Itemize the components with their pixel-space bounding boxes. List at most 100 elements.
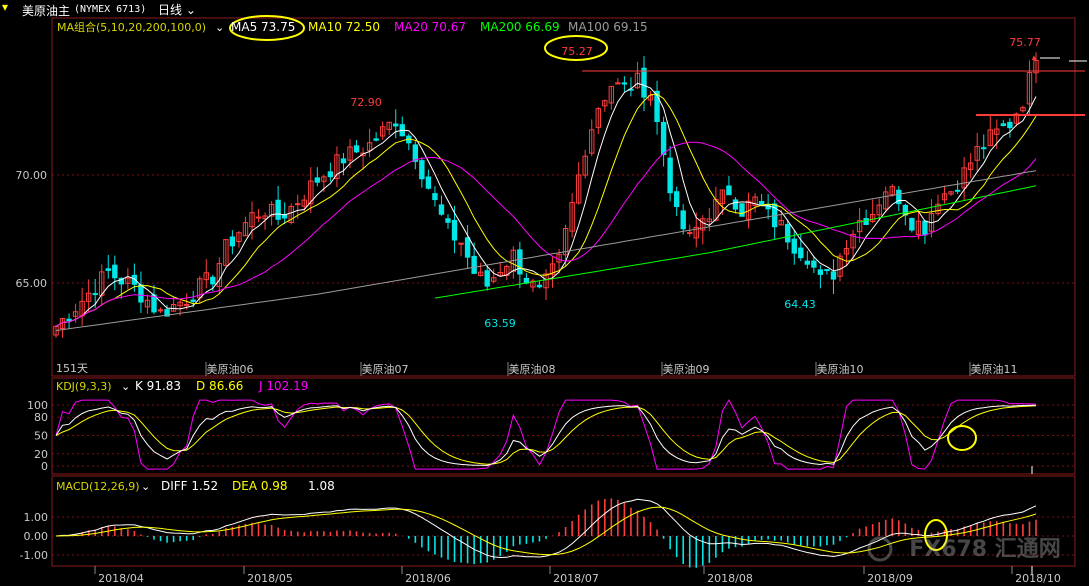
candle bbox=[438, 195, 445, 216]
candle-body bbox=[785, 223, 791, 243]
ma-legend-item: MA200 66.69 bbox=[480, 20, 560, 34]
macd-diff-line bbox=[55, 498, 1037, 559]
candle-body bbox=[791, 238, 797, 254]
candle bbox=[373, 132, 379, 142]
candle bbox=[948, 190, 954, 196]
candle bbox=[758, 193, 765, 206]
ma-legend-value: 72.50 bbox=[346, 20, 380, 34]
candle-body bbox=[105, 268, 111, 271]
candle bbox=[281, 202, 288, 225]
ma100-line bbox=[55, 170, 1037, 331]
candle-body bbox=[687, 232, 693, 235]
candle bbox=[602, 99, 608, 112]
candle-body bbox=[445, 218, 451, 223]
candle bbox=[458, 242, 464, 257]
candle bbox=[366, 128, 373, 158]
candle-body bbox=[922, 220, 928, 236]
ma-indicator-name: MA组合(5,10,20,200,100,0) bbox=[57, 20, 206, 34]
candle bbox=[530, 278, 536, 292]
contract-label: 美原油11 bbox=[971, 362, 1018, 376]
candle bbox=[543, 269, 549, 301]
x-axis-label: 2018/10 bbox=[1015, 572, 1061, 585]
candle bbox=[314, 167, 321, 187]
candle bbox=[327, 162, 334, 182]
candle bbox=[334, 146, 340, 188]
candle bbox=[830, 259, 837, 294]
candle-body bbox=[353, 145, 360, 153]
dropdown-arrow-icon[interactable]: ▾ bbox=[2, 0, 8, 14]
candle bbox=[203, 259, 209, 289]
candle-body bbox=[393, 123, 399, 127]
candle-body bbox=[92, 293, 98, 296]
candle-body bbox=[817, 269, 824, 275]
ma-legend-item: MA10 72.50 bbox=[308, 20, 380, 34]
candle bbox=[288, 203, 294, 225]
candle bbox=[393, 109, 399, 139]
period-selector[interactable]: 日线 ⌄ bbox=[158, 1, 196, 18]
candle-body bbox=[451, 219, 458, 241]
candle bbox=[105, 254, 111, 279]
candle-body bbox=[151, 294, 157, 313]
candle bbox=[941, 185, 948, 204]
candle bbox=[445, 214, 451, 229]
annotation-low: 64.43 bbox=[784, 298, 816, 311]
candle-body bbox=[255, 216, 262, 219]
candle bbox=[484, 265, 490, 291]
macd-indicator-name: MACD(12,26,9) bbox=[56, 480, 140, 493]
symbol-code: (NYMEX 6713) bbox=[74, 4, 147, 15]
candle bbox=[660, 116, 667, 167]
candle bbox=[360, 147, 366, 170]
candle-body bbox=[471, 255, 477, 274]
candle bbox=[157, 307, 164, 314]
macd-y-tick: 1.00 bbox=[24, 511, 49, 524]
candle bbox=[621, 76, 628, 93]
candle bbox=[883, 186, 889, 213]
stock-chart[interactable]: 70.00 65.00 10080 50 200 KDJ(9,3,3) ⌄ K 91.83 D… bbox=[0, 0, 1089, 586]
kdj-y-tick: 0 bbox=[41, 460, 48, 473]
kdj-panel: 10080 50 200 KDJ(9,3,3) ⌄ K 91.83 D 86.66 J 102… bbox=[27, 379, 1075, 474]
candle bbox=[608, 85, 615, 110]
candle bbox=[229, 230, 236, 255]
ma-legend-value: 73.75 bbox=[261, 20, 295, 34]
candle-body bbox=[295, 203, 301, 206]
candle bbox=[308, 167, 314, 214]
candle-body bbox=[373, 138, 379, 141]
candle-body bbox=[726, 185, 732, 196]
contract-label: 美原油10 bbox=[817, 362, 864, 376]
candle bbox=[255, 208, 262, 223]
ma-legend-item: MA5 73.75 bbox=[231, 20, 295, 34]
candlesticks[interactable] bbox=[53, 52, 1039, 338]
toolbar: ▾ 美原油主 (NYMEX 6713) 日线 ⌄ bbox=[0, 0, 1089, 18]
price-y-tick: 70.00 bbox=[16, 169, 48, 182]
candle-body bbox=[1007, 121, 1013, 129]
candle-body bbox=[425, 176, 432, 189]
candle bbox=[425, 169, 432, 190]
ma-legend-label: MA20 bbox=[394, 20, 432, 34]
candle bbox=[1026, 60, 1033, 117]
x-axis-label: 2018/04 bbox=[98, 572, 144, 585]
candle bbox=[732, 197, 739, 214]
candle-body bbox=[517, 249, 523, 275]
price-y-tick: 65.00 bbox=[16, 277, 48, 290]
candle-body bbox=[798, 247, 804, 259]
symbol-name: 美原油主 bbox=[22, 4, 71, 18]
ma-legend-value: 66.69 bbox=[525, 20, 559, 34]
highlight-circle bbox=[947, 425, 977, 451]
candle-body bbox=[484, 270, 490, 287]
candle-body bbox=[157, 309, 164, 312]
candle bbox=[739, 203, 745, 217]
candle bbox=[138, 271, 144, 313]
candle bbox=[1007, 118, 1013, 138]
candle-body bbox=[275, 199, 281, 220]
candle bbox=[242, 216, 249, 237]
candle bbox=[236, 231, 242, 248]
candle bbox=[654, 80, 660, 135]
macd-y-tick: 0.00 bbox=[24, 530, 49, 543]
x-axis-label: 2018/09 bbox=[867, 572, 913, 585]
x-axis-label: 2018/06 bbox=[405, 572, 451, 585]
candle-body bbox=[667, 157, 673, 194]
candle-body bbox=[112, 264, 118, 279]
candle bbox=[1020, 105, 1026, 113]
up-arrow-icon: ▴ bbox=[1032, 53, 1037, 63]
candle bbox=[379, 121, 386, 140]
